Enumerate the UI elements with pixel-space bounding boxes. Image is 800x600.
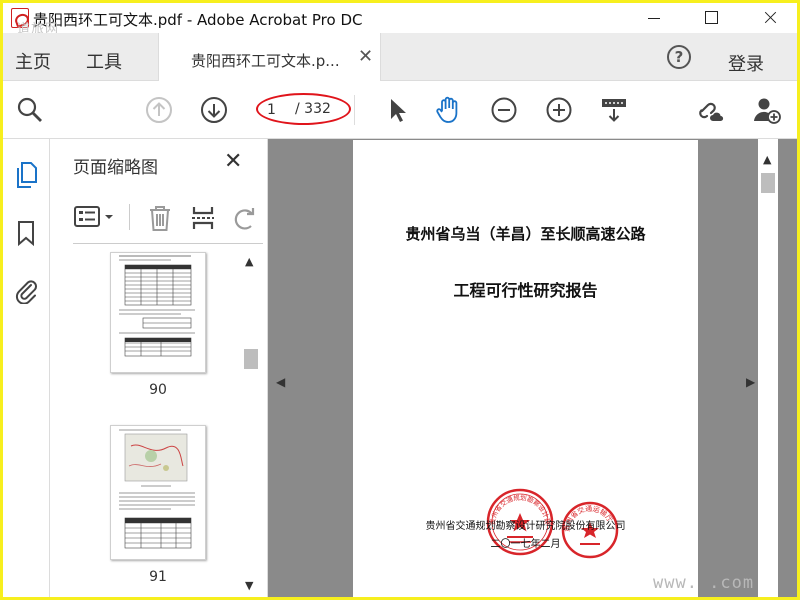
thumbnail-scrollbar[interactable]: ▲ ▼ bbox=[240, 251, 260, 597]
scroll-thumb[interactable] bbox=[244, 349, 258, 369]
help-icon[interactable]: ? bbox=[667, 45, 691, 69]
hand-tool-icon[interactable] bbox=[433, 95, 463, 125]
attachments-icon[interactable] bbox=[13, 276, 39, 304]
bookmarks-icon[interactable] bbox=[13, 219, 39, 247]
window-title: 贵阳西环工可文本.pdf - Adobe Acrobat Pro DC bbox=[33, 11, 363, 29]
thumbnail-preview bbox=[119, 255, 195, 357]
search-icon[interactable] bbox=[15, 95, 45, 125]
maximize-button[interactable] bbox=[687, 3, 733, 33]
toolbar: / 332 bbox=[3, 81, 797, 139]
collapse-left-arrow-icon[interactable]: ◀ bbox=[276, 375, 285, 389]
tab-tools[interactable]: 工具 bbox=[86, 48, 122, 74]
pdf-page: 贵州省乌当（羊昌）至长顺高速公路 工程可行性研究报告 贵州省交通规划勘察设计研究… bbox=[353, 140, 698, 597]
zoom-in-icon[interactable] bbox=[544, 95, 574, 125]
thumbnails-panel: 页面缩略图 ✕ 90 91 ▲ ▼ bbox=[50, 139, 268, 597]
scroll-mode-icon[interactable] bbox=[599, 95, 629, 125]
document-view: ◀ 贵州省乌当（羊昌）至长顺高速公路 工程可行性研究报告 贵州省交通规划勘察设计… bbox=[268, 139, 797, 597]
page-thumbnails-icon[interactable] bbox=[13, 161, 39, 189]
thumbnail-page-90[interactable] bbox=[110, 252, 206, 373]
document-organization: 贵州省交通规划勘察设计研究院股份有限公司 bbox=[425, 521, 626, 532]
panel-title: 页面缩略图 bbox=[73, 158, 158, 178]
thumbnail-label: 90 bbox=[149, 382, 167, 398]
sign-in-link[interactable]: 登录 bbox=[728, 50, 764, 76]
document-scrollbar[interactable]: ▲ bbox=[758, 139, 778, 597]
panel-toolbar bbox=[73, 202, 263, 232]
doc-scroll-thumb[interactable] bbox=[761, 173, 775, 193]
scroll-down-icon[interactable]: ▼ bbox=[245, 579, 253, 592]
doc-scroll-up-icon[interactable]: ▲ bbox=[763, 153, 771, 166]
document-title-line1: 贵州省乌当（羊昌）至长顺高速公路 bbox=[405, 225, 646, 243]
minimize-button[interactable] bbox=[631, 3, 677, 33]
navigation-rail bbox=[3, 139, 50, 597]
panel-tools-divider bbox=[129, 204, 130, 230]
zoom-out-icon[interactable] bbox=[489, 95, 519, 125]
highlight-ellipse bbox=[256, 93, 351, 125]
previous-page-icon[interactable] bbox=[144, 95, 174, 125]
close-tab-icon[interactable]: ✕ bbox=[358, 46, 373, 67]
scroll-up-icon[interactable]: ▲ bbox=[245, 255, 253, 268]
document-title-line2: 工程可行性研究报告 bbox=[453, 281, 598, 300]
next-page-icon[interactable] bbox=[199, 95, 229, 125]
acrobat-window: 贵阳西环工可文本.pdf - Adobe Acrobat Pro DC 道旅网 … bbox=[3, 3, 797, 597]
document-tab[interactable]: 贵阳西环工可文本.p... ✕ bbox=[158, 33, 381, 81]
close-window-button[interactable] bbox=[747, 3, 793, 33]
select-arrow-icon[interactable] bbox=[383, 95, 413, 125]
document-tab-label: 贵阳西环工可文本.p... bbox=[191, 52, 340, 70]
document-date: 二〇一七年二月 bbox=[490, 539, 561, 550]
tab-bar: 主页 工具 贵阳西环工可文本.p... ✕ ? 登录 bbox=[3, 33, 797, 81]
options-menu-icon[interactable] bbox=[73, 204, 117, 230]
toolbar-divider bbox=[354, 95, 355, 125]
close-panel-icon[interactable]: ✕ bbox=[224, 149, 242, 174]
collapse-right-arrow-icon[interactable]: ▶ bbox=[746, 375, 755, 389]
add-user-icon[interactable] bbox=[751, 95, 781, 125]
tab-home[interactable]: 主页 bbox=[15, 48, 51, 74]
delete-page-icon[interactable] bbox=[147, 204, 173, 232]
share-link-icon[interactable] bbox=[696, 95, 726, 125]
extract-pages-icon[interactable] bbox=[190, 204, 216, 232]
thumbnail-label: 91 bbox=[149, 569, 167, 585]
thumbnail-preview bbox=[119, 429, 195, 549]
panel-divider bbox=[73, 243, 263, 244]
watermark-bottom-right: www. .com bbox=[653, 573, 755, 593]
title-bar: 贵阳西环工可文本.pdf - Adobe Acrobat Pro DC 道旅网 bbox=[3, 3, 797, 37]
rotate-page-icon[interactable] bbox=[231, 204, 257, 232]
thumbnail-page-91[interactable] bbox=[110, 425, 206, 560]
